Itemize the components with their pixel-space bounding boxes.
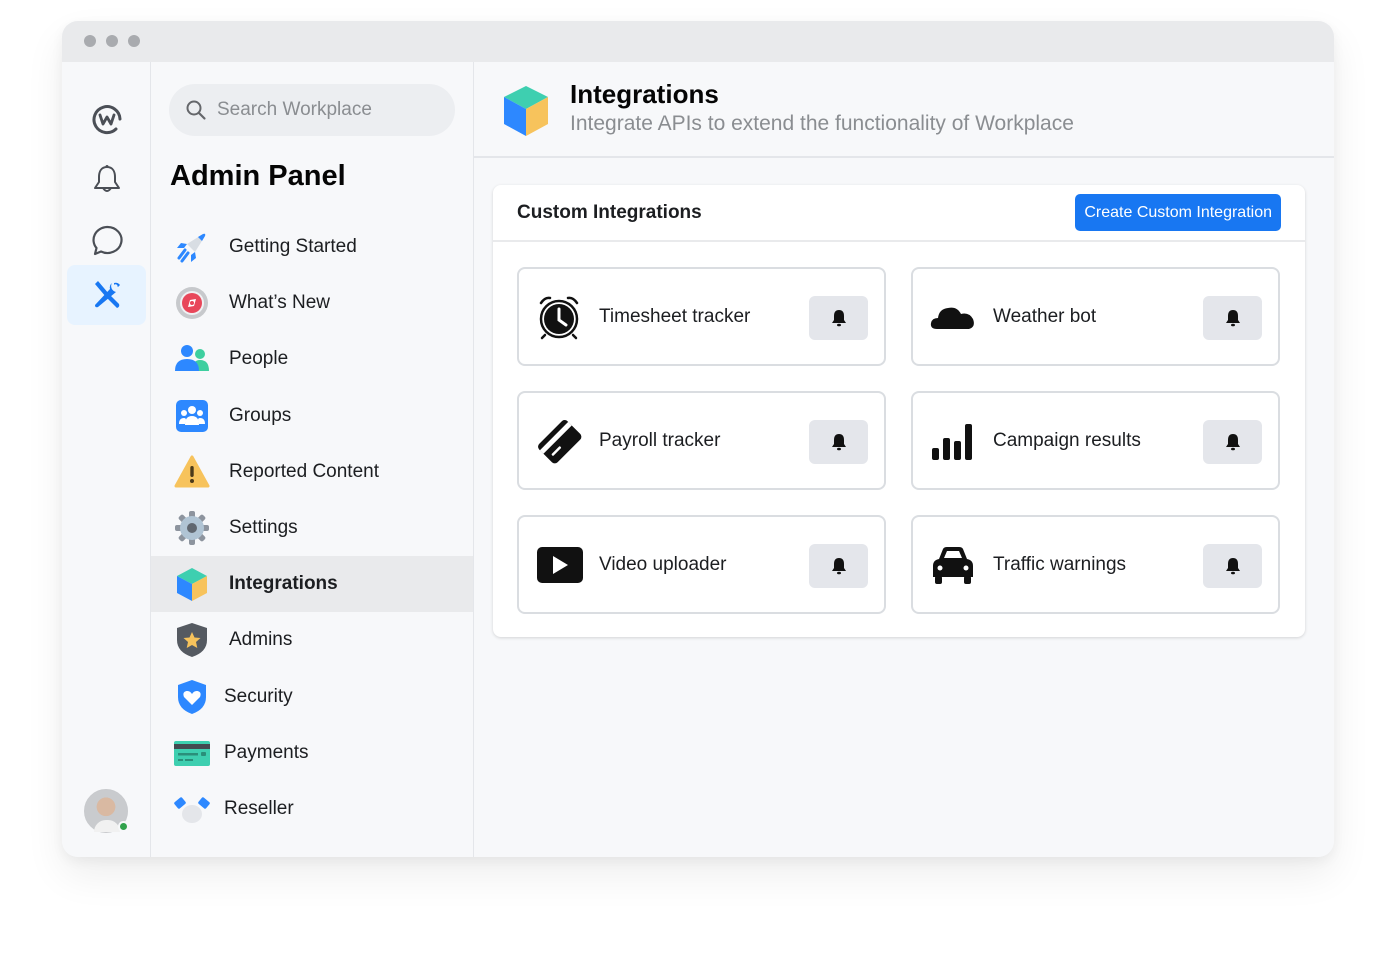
nav-item-reported-content[interactable]: Reported Content	[151, 444, 473, 500]
nav-item-settings[interactable]: Settings	[151, 500, 473, 556]
notifications-bell-button[interactable]	[1203, 544, 1262, 588]
bell-icon	[831, 558, 846, 575]
handshake-icon	[173, 790, 211, 828]
integration-tile-timesheet-tracker[interactable]: Timesheet tracker	[517, 267, 886, 366]
nav-item-payments[interactable]: Payments	[151, 725, 473, 781]
window-close-dot[interactable]	[84, 35, 96, 47]
notifications-bell-button[interactable]	[809, 544, 868, 588]
admin-shield-star-icon	[173, 621, 211, 659]
people-icon	[173, 340, 211, 378]
rocket-icon	[173, 228, 211, 266]
integration-tile-weather-bot[interactable]: Weather bot	[911, 267, 1280, 366]
window-minimize-dot[interactable]	[106, 35, 118, 47]
bell-icon	[831, 310, 846, 327]
integration-label: Video uploader	[599, 553, 727, 575]
title-bar	[62, 21, 1334, 62]
gear-icon	[173, 509, 211, 547]
custom-integrations-card: Custom Integrations Create Custom Integr…	[493, 185, 1305, 637]
nav-item-whats-new[interactable]: What’s New	[151, 275, 473, 331]
integration-label: Weather bot	[993, 305, 1097, 327]
integrations-grid: Timesheet tracker Weather bot Payroll tr…	[517, 267, 1281, 614]
card-header: Custom Integrations Create Custom Integr…	[493, 185, 1305, 242]
page-header: Integrations Integrate APIs to extend th…	[474, 62, 1334, 158]
credit-card-icon	[173, 734, 211, 772]
credit-card-icon	[535, 417, 583, 465]
rail-notifications-button[interactable]	[67, 150, 146, 210]
cloud-icon	[929, 293, 977, 341]
bell-icon	[1225, 558, 1240, 575]
bell-icon	[1225, 310, 1240, 327]
window-maximize-dot[interactable]	[128, 35, 140, 47]
nav-item-reseller[interactable]: Reseller	[151, 781, 473, 837]
rail-admin-tools-button[interactable]	[67, 265, 146, 325]
integration-label: Campaign results	[993, 429, 1141, 451]
bell-icon	[93, 165, 120, 192]
rail-workplace-button[interactable]	[67, 89, 146, 149]
header-title: Integrations	[570, 79, 719, 109]
warning-icon	[173, 453, 211, 491]
nav-item-people[interactable]: People	[151, 331, 473, 387]
integration-tile-payroll-tracker[interactable]: Payroll tracker	[517, 391, 886, 490]
create-custom-integration-button[interactable]: Create Custom Integration	[1075, 194, 1281, 231]
nav-item-getting-started[interactable]: Getting Started	[151, 219, 473, 275]
search-input[interactable]	[217, 99, 437, 121]
workplace-icon	[92, 105, 121, 135]
rail-chat-button[interactable]	[67, 211, 146, 271]
integration-label: Traffic warnings	[993, 553, 1127, 575]
notifications-bell-button[interactable]	[1203, 296, 1262, 340]
online-status-indicator	[118, 821, 129, 832]
icon-rail	[62, 62, 151, 857]
main-content: Integrations Integrate APIs to extend th…	[474, 62, 1334, 857]
notifications-bell-button[interactable]	[809, 420, 868, 464]
app-window: Admin Panel Getting Started	[62, 21, 1334, 857]
play-icon	[535, 541, 583, 589]
integration-label: Timesheet tracker	[599, 305, 751, 327]
car-icon	[929, 541, 977, 589]
user-avatar[interactable]	[84, 789, 129, 833]
admin-nav-list: Getting Started What’s New People Groups…	[151, 219, 473, 837]
integrations-cube-icon	[504, 86, 548, 136]
integration-tile-video-uploader[interactable]: Video uploader	[517, 515, 886, 614]
bell-icon	[1225, 434, 1240, 451]
nav-item-security[interactable]: Security	[151, 669, 473, 725]
alarm-clock-icon	[535, 293, 583, 341]
card-title: Custom Integrations	[517, 201, 702, 223]
notifications-bell-button[interactable]	[1203, 420, 1262, 464]
cube-icon	[173, 565, 211, 603]
tools-icon	[94, 281, 120, 308]
avatar-figure	[94, 820, 120, 832]
nav-item-integrations[interactable]: Integrations	[151, 556, 473, 613]
bell-icon	[831, 434, 846, 451]
chat-bubble-icon	[91, 225, 123, 256]
search-icon	[186, 100, 206, 120]
bar-chart-icon	[929, 417, 977, 465]
nav-item-admins[interactable]: Admins	[151, 612, 473, 668]
header-subtitle: Integrate APIs to extend the functionali…	[570, 112, 1074, 135]
integration-label: Payroll tracker	[599, 429, 721, 451]
integration-tile-traffic-warnings[interactable]: Traffic warnings	[911, 515, 1280, 614]
shield-heart-icon	[173, 678, 211, 716]
notifications-bell-button[interactable]	[809, 296, 868, 340]
nav-item-groups[interactable]: Groups	[151, 388, 473, 444]
page-title: Admin Panel	[170, 160, 346, 192]
groups-icon	[173, 397, 211, 435]
compass-icon	[173, 284, 211, 322]
admin-nav: Admin Panel Getting Started	[151, 62, 474, 857]
search-box[interactable]	[169, 84, 455, 136]
integration-tile-campaign-results[interactable]: Campaign results	[911, 391, 1280, 490]
